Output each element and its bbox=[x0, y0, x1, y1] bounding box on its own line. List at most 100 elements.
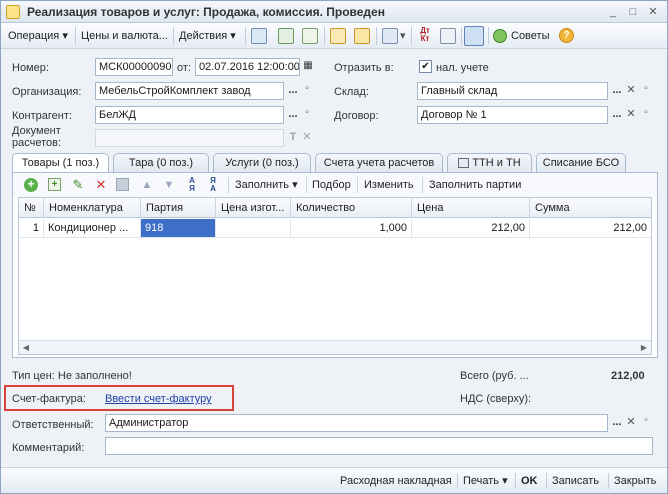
post-document-icon[interactable] bbox=[330, 28, 346, 44]
selection-button[interactable]: Подбор bbox=[312, 178, 351, 192]
responsible-open-icon[interactable]: ▫ bbox=[638, 413, 654, 431]
total-value: 212,00 bbox=[611, 370, 645, 382]
number-field[interactable]: МСК00000090 bbox=[95, 58, 173, 76]
horizontal-scrollbar[interactable]: ◀ ▶ bbox=[19, 340, 651, 354]
tab-bso-writeoff[interactable]: Списание БСО bbox=[536, 153, 626, 173]
comment-field[interactable] bbox=[105, 437, 653, 455]
cell-batch[interactable]: 918 bbox=[141, 219, 216, 238]
fill-menu[interactable]: Заполнить ▾ bbox=[235, 178, 298, 192]
structure-hierarchy-icon[interactable] bbox=[464, 26, 484, 46]
document-structure-icon[interactable] bbox=[251, 28, 267, 44]
window-title: Реализация товаров и услуг: Продажа, ком… bbox=[27, 5, 385, 19]
toolbar-separator bbox=[306, 177, 307, 193]
change-button[interactable]: Изменить bbox=[364, 178, 414, 192]
unpost-document-icon[interactable] bbox=[354, 28, 370, 44]
responsible-clear-icon[interactable]: ✕ bbox=[623, 414, 639, 432]
date-field[interactable]: 02.07.2016 12:00:00 bbox=[195, 58, 300, 76]
toolbar-separator bbox=[357, 177, 358, 193]
warehouse-field[interactable]: Главный склад bbox=[417, 82, 608, 100]
bottom-command-bar: Расходная накладная Печать ▾ OK Записать… bbox=[1, 467, 667, 493]
tax-accounting-label: нал. учете bbox=[436, 62, 489, 74]
operation-menu[interactable]: Операция ▾ bbox=[8, 28, 68, 44]
tax-accounting-checkbox[interactable]: ✔ bbox=[419, 60, 432, 73]
column-header-nomenclature[interactable]: Номенклатура bbox=[44, 198, 141, 218]
toolbar-separator bbox=[245, 27, 246, 45]
goods-table[interactable]: № Номенклатура Партия Цена изгот... Коли… bbox=[18, 197, 652, 355]
contract-clear-icon[interactable]: ✕ bbox=[623, 106, 639, 124]
refresh-icon[interactable] bbox=[278, 28, 294, 44]
contractor-open-icon[interactable]: ▫ bbox=[299, 105, 315, 123]
organization-field[interactable]: МебельСтройКомплект завод bbox=[95, 82, 284, 100]
toolbar-separator bbox=[461, 27, 462, 45]
tab-settlement-accounts[interactable]: Счета учета расчетов bbox=[315, 153, 443, 173]
scroll-left-icon[interactable]: ◀ bbox=[19, 341, 33, 354]
ok-button[interactable]: OK bbox=[521, 474, 538, 488]
help-icon[interactable]: ? bbox=[559, 28, 574, 43]
cell-quantity[interactable]: 1,000 bbox=[291, 219, 412, 238]
toolbar-separator bbox=[411, 27, 412, 45]
add-row-icon[interactable]: + bbox=[24, 178, 38, 192]
column-header-manufacturer-price[interactable]: Цена изгот... bbox=[216, 198, 291, 218]
maximize-button[interactable]: □ bbox=[625, 4, 641, 20]
move-up-icon[interactable]: ▲ bbox=[139, 177, 155, 193]
close-button[interactable]: Закрыть bbox=[614, 474, 656, 488]
total-label: Всего (руб. ... bbox=[460, 370, 529, 382]
cell-sum[interactable]: 212,00 bbox=[530, 219, 651, 238]
table-row[interactable]: 1 Кондиционер ... 918 1,000 212,00 212,0… bbox=[19, 219, 651, 238]
sort-ascending-icon[interactable]: АЯ bbox=[184, 177, 200, 193]
cell-manufacturer-price[interactable] bbox=[216, 219, 291, 238]
tab-services[interactable]: Услуги (0 поз.) bbox=[213, 153, 311, 173]
settlement-document-field bbox=[95, 129, 284, 147]
contractor-field[interactable]: БелЖД bbox=[95, 106, 284, 124]
end-edit-icon[interactable] bbox=[116, 178, 129, 191]
tab-packaging[interactable]: Тара (0 поз.) bbox=[113, 153, 209, 173]
reflect-in-label: Отразить в: bbox=[334, 62, 394, 74]
calendar-icon[interactable]: ▦ bbox=[300, 58, 316, 76]
contract-field[interactable]: Договор № 1 bbox=[417, 106, 608, 124]
scroll-right-icon[interactable]: ▶ bbox=[637, 341, 651, 354]
move-down-icon[interactable]: ▼ bbox=[161, 177, 177, 193]
settlement-clear-icon: ✕ bbox=[302, 131, 312, 143]
edit-row-icon[interactable]: ✎ bbox=[70, 177, 86, 193]
bottom-separator bbox=[515, 473, 516, 489]
toolbar-separator bbox=[75, 27, 76, 45]
journal-icon[interactable] bbox=[440, 28, 456, 44]
tab-waybills[interactable]: ТТН и ТН bbox=[447, 153, 532, 173]
warehouse-clear-icon[interactable]: ✕ bbox=[623, 82, 639, 100]
bottom-separator bbox=[457, 473, 458, 489]
column-header-sum[interactable]: Сумма bbox=[530, 198, 651, 218]
waybill-print-button[interactable]: Расходная накладная bbox=[340, 474, 452, 488]
tab-goods[interactable]: Товары (1 поз.) bbox=[12, 153, 109, 174]
save-button[interactable]: Записать bbox=[552, 474, 599, 488]
warehouse-open-icon[interactable]: ▫ bbox=[638, 81, 654, 99]
organization-open-icon[interactable]: ▫ bbox=[299, 81, 315, 99]
prices-currency-button[interactable]: Цены и валюта... bbox=[81, 28, 168, 44]
contractor-label: Контрагент: bbox=[12, 110, 72, 122]
delete-row-icon[interactable]: ✕ bbox=[93, 177, 109, 193]
copy-document-icon[interactable] bbox=[302, 28, 318, 44]
actions-menu[interactable]: Действия ▾ bbox=[179, 28, 236, 44]
copy-row-icon[interactable]: + bbox=[48, 178, 61, 191]
toolbar-separator bbox=[422, 177, 423, 193]
bottom-separator bbox=[608, 473, 609, 489]
contract-open-icon[interactable]: ▫ bbox=[638, 105, 654, 123]
tips-button[interactable]: Советы bbox=[511, 28, 549, 44]
minimize-button[interactable]: _ bbox=[605, 4, 621, 20]
responsible-field[interactable]: Администратор bbox=[105, 414, 608, 432]
cell-nomenclature[interactable]: Кондиционер ... bbox=[44, 219, 141, 238]
cell-price[interactable]: 212,00 bbox=[412, 219, 530, 238]
column-header-batch[interactable]: Партия bbox=[141, 198, 216, 218]
column-header-number[interactable]: № bbox=[19, 198, 44, 218]
chevron-down-icon[interactable]: ▾ bbox=[400, 28, 406, 44]
dt-kt-icon[interactable]: Дт Кт bbox=[417, 27, 433, 43]
close-window-button[interactable]: ✕ bbox=[645, 4, 661, 20]
print-menu[interactable]: Печать ▾ bbox=[463, 474, 508, 488]
fill-batches-button[interactable]: Заполнить партии bbox=[429, 178, 521, 192]
contract-label: Договор: bbox=[334, 110, 379, 122]
column-header-quantity[interactable]: Количество bbox=[291, 198, 412, 218]
column-header-price[interactable]: Цена bbox=[412, 198, 530, 218]
sort-descending-icon[interactable]: ЯА bbox=[205, 177, 221, 193]
create-based-on-icon[interactable] bbox=[382, 28, 398, 44]
tips-icon bbox=[493, 29, 507, 43]
cell-number[interactable]: 1 bbox=[19, 219, 44, 238]
